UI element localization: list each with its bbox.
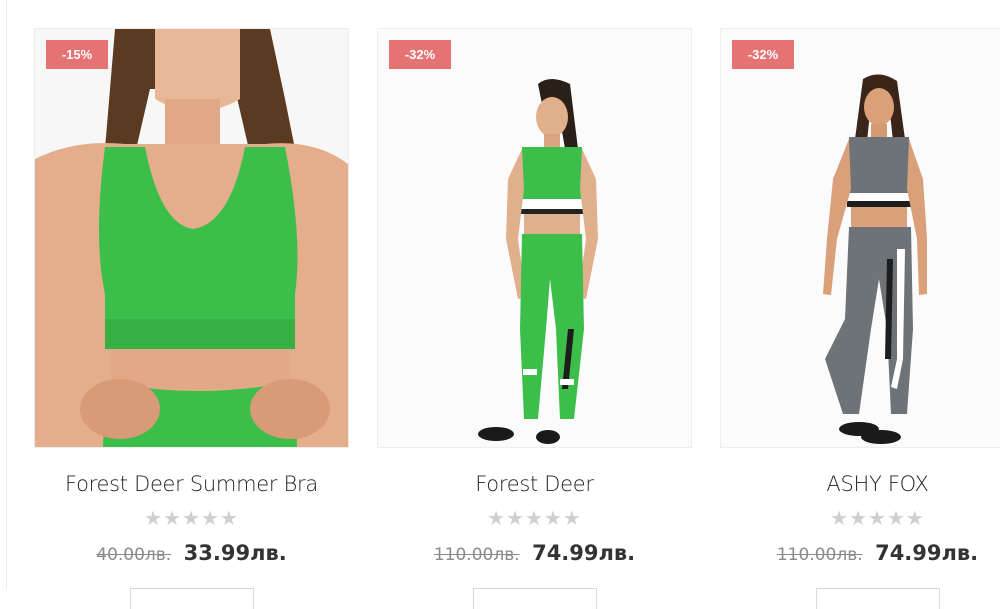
- add-to-cart-button[interactable]: [473, 588, 597, 609]
- product-card[interactable]: -32% Forest Deer ★★★★★ 110.00лв. 74.99лв…: [377, 28, 692, 565]
- grey-set-photo: [721, 29, 1000, 447]
- add-to-cart-button[interactable]: [816, 588, 940, 609]
- new-price: 33.99лв.: [183, 541, 287, 565]
- old-price: 40.00лв.: [96, 545, 172, 565]
- product-image-green-bra[interactable]: -15%: [34, 28, 349, 448]
- discount-badge: -32%: [389, 40, 451, 69]
- product-title[interactable]: Forest Deer Summer Bra: [34, 472, 349, 496]
- new-price: 74.99лв.: [532, 541, 636, 565]
- page-edge-divider: [0, 0, 7, 590]
- green-bra-photo: [35, 29, 348, 447]
- price-block: 110.00лв. 74.99лв.: [720, 541, 1000, 565]
- product-title[interactable]: ASHY FOX: [720, 472, 1000, 496]
- product-title[interactable]: Forest Deer: [377, 472, 692, 496]
- discount-badge: -15%: [46, 40, 108, 69]
- add-to-cart-button[interactable]: [130, 588, 254, 609]
- discount-badge: -32%: [732, 40, 794, 69]
- price-block: 40.00лв. 33.99лв.: [34, 541, 349, 565]
- new-price: 74.99лв.: [875, 541, 979, 565]
- price-block: 110.00лв. 74.99лв.: [377, 541, 692, 565]
- product-image-green-set[interactable]: -32%: [377, 28, 692, 448]
- product-card[interactable]: -32% ASHY FOX ★★★★★ 110.00лв. 74.99лв.: [720, 28, 1000, 565]
- green-set-photo: [378, 29, 691, 447]
- product-image-grey-set[interactable]: -32%: [720, 28, 1000, 448]
- rating-stars: ★★★★★: [830, 508, 925, 530]
- old-price: 110.00лв.: [433, 545, 520, 565]
- product-card[interactable]: -15% Forest Deer Summer Bra ★★★★★ 40.00л…: [34, 28, 349, 565]
- old-price: 110.00лв.: [776, 545, 863, 565]
- rating-stars: ★★★★★: [144, 508, 239, 530]
- rating-stars: ★★★★★: [487, 508, 582, 530]
